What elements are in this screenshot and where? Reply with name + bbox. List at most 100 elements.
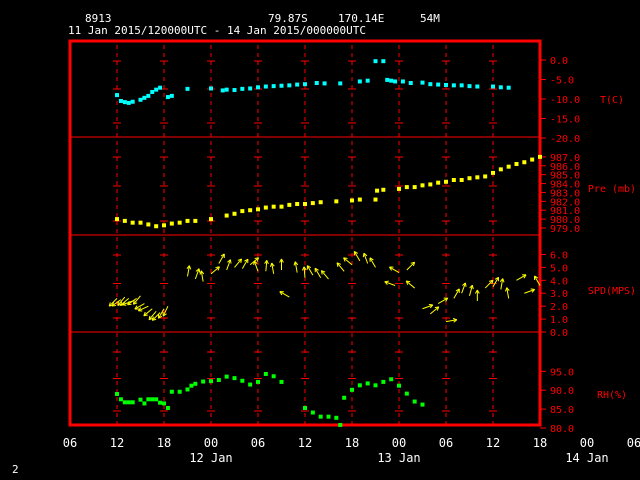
pressure-point [169,221,174,226]
temperature-point [459,83,464,88]
pressure-point [177,220,182,225]
wind-arrow [314,267,322,278]
humidity-point [189,383,194,388]
wind-arrow [279,258,284,270]
humidity-point [279,379,284,384]
pressure-point [271,204,276,209]
temperature-point [428,82,433,87]
panel-label: RH(%) [597,390,627,401]
temperature-point [248,86,253,91]
wind-arrow [353,250,361,262]
pressure-point [287,202,292,207]
y-tick-label: 4.0 [550,276,568,287]
temperature-point [295,82,300,87]
wind-arrow [264,260,269,272]
y-tick-label: 2.0 [550,302,568,313]
humidity-point [209,379,213,384]
temperature-point [232,88,237,93]
x-date-label: 14 Jan [565,451,608,465]
pressure-point [522,160,527,165]
pressure-point [436,180,441,185]
humidity-point [240,378,245,383]
wind-arrow [241,258,249,269]
wind-arrow [210,266,220,275]
pressure-point [224,213,229,218]
humidity-point [334,415,339,420]
humidity-point [357,383,362,388]
pressure-point [240,209,245,214]
humidity-point [373,383,378,388]
wind-arrow [492,276,499,288]
x-tick-label: 00 [392,436,406,450]
wind-arrow [369,257,376,268]
temperature-point [185,86,190,91]
y-tick-label: 90.0 [550,386,574,397]
temperature-point [338,81,343,86]
pressure-point [514,162,519,166]
pressure-point [130,220,135,225]
temperature-point [142,95,147,100]
pressure-point [420,183,425,188]
wind-arrow [218,253,225,264]
pressure-point [318,200,323,205]
pressure-point [295,202,300,206]
pressure-point [122,218,127,223]
y-tick-label: 3.0 [550,289,568,300]
wind-arrow [301,266,307,278]
wind-arrow [469,284,474,296]
temperature-point [150,89,155,94]
pressure-point [506,164,511,169]
pressure-point [491,170,495,175]
pressure-point [357,197,362,202]
humidity-point [248,382,253,387]
wind-arrow [320,270,329,280]
temperature-point [118,98,123,103]
temperature-point [240,86,245,91]
wind-arrow [499,278,505,290]
temperature-point [491,84,495,89]
temperature-point [303,82,307,87]
humidity-point [420,402,425,407]
wind-arrow [279,291,290,298]
temperature-point [122,100,127,105]
temperature-point [420,80,425,85]
y-tick-label: -20.0 [550,134,580,145]
pressure-point [115,217,119,222]
x-tick-label: 06 [63,436,77,450]
temperature-point [169,93,174,98]
temperature-point [271,84,276,89]
humidity-point [165,405,170,410]
y-tick-label: 6.0 [550,250,568,261]
temperature-point [365,78,370,83]
y-tick-label: -10.0 [550,95,580,106]
humidity-point [397,383,401,388]
pressure-point [459,178,464,182]
humidity-point [201,379,206,384]
wind-arrow [362,252,369,264]
temperature-point [115,93,119,98]
temperature-point [287,83,292,88]
wind-arrow [226,259,232,271]
pressure-point [303,202,307,206]
temperature-point [263,84,268,89]
humidity-point [404,391,409,396]
wind-arrow [186,265,192,277]
humidity-point [303,405,307,410]
pressure-point [232,211,237,216]
humidity-point [350,387,354,392]
pressure-point [185,218,190,223]
x-tick-label: 18 [345,436,359,450]
wind-arrow [422,303,434,310]
humidity-point [338,422,343,427]
temperature-point [385,77,390,82]
pressure-point [397,186,401,191]
temperature-point [279,83,284,88]
wind-arrow [270,262,275,274]
temperature-point [314,81,319,86]
y-tick-label: -15.0 [550,115,580,126]
wind-arrow [405,280,415,289]
wind-arrow [445,317,458,323]
pressure-point [404,185,409,190]
temperature-point [506,85,511,90]
panel-label: SPD(MPS) [588,286,636,297]
